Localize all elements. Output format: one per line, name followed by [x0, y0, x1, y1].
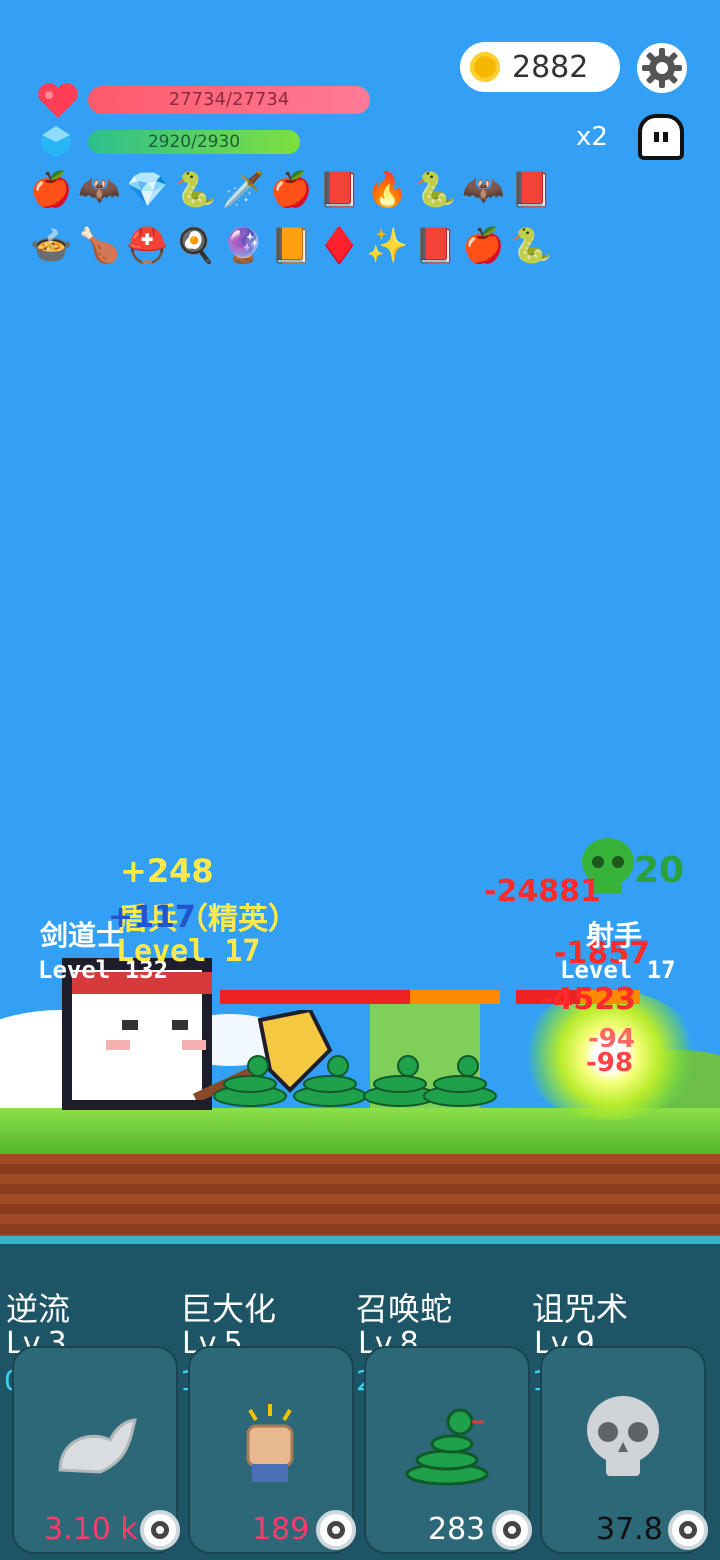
mana-text: 2920/2930: [147, 132, 241, 152]
mana-bar: 2920/2930: [88, 130, 300, 154]
snake-icon: [405, 1408, 489, 1486]
item-cauldron-icon: 🍲: [30, 226, 73, 266]
item-book-icon: 📙: [270, 226, 313, 266]
gear-icon[interactable]: [636, 42, 688, 94]
coin-icon: [470, 52, 500, 82]
summoned-snakes: [213, 1055, 497, 1107]
item-torch-icon: 🔥: [366, 170, 409, 210]
skill-card-snake[interactable]: 283: [364, 1346, 532, 1554]
item-skull-book-icon: 📕: [510, 170, 553, 210]
skill-value: 189: [252, 1512, 310, 1547]
item-egg-icon: 🍳: [174, 226, 217, 266]
skill-name: 巨大化: [180, 1290, 277, 1328]
hp-bar: 27734/27734: [88, 86, 370, 114]
heal-number: +248: [120, 852, 214, 890]
damage-number: -98: [586, 1048, 633, 1078]
damage-number: -24881: [484, 874, 601, 909]
coin-value: 2882: [512, 50, 589, 85]
skill-card-skull[interactable]: 37.8: [540, 1346, 708, 1554]
archer-name: 射手: [586, 919, 643, 952]
heart-icon: [38, 83, 78, 118]
item-snake-icon: 🐍: [510, 226, 553, 266]
archer-level: Level 17: [560, 956, 676, 984]
cooldown-icon: [492, 1510, 532, 1550]
poison-count: 20: [634, 850, 685, 891]
item-bat-icon: 🦇: [78, 170, 121, 210]
item-crystal-ball-icon: 🔮: [222, 226, 265, 266]
item-skull-book-icon: 📕: [318, 170, 361, 210]
speed-multiplier[interactable]: x2: [576, 122, 608, 152]
mana-gem-icon: [42, 126, 70, 158]
hp-text: 27734/27734: [168, 89, 290, 110]
item-apple-icon: 🍎: [270, 170, 313, 210]
item-apple-icon: 🍎: [30, 170, 73, 210]
skill-name: 诅咒术: [532, 1290, 629, 1328]
cooldown-icon: [140, 1510, 180, 1550]
item-ruby-icon: ♦️: [318, 226, 361, 266]
item-snake-icon: 🐍: [174, 170, 217, 210]
damage-number: -4523: [540, 982, 636, 1017]
water-strip: [0, 1236, 720, 1244]
item-sun-icon: ✨: [366, 226, 409, 266]
item-snake-icon: 🐍: [414, 170, 457, 210]
item-sword-icon: 🗡️: [222, 170, 265, 210]
skill-value: 283: [428, 1512, 486, 1547]
ground-dirt: [0, 1154, 720, 1240]
skill-name: 逆流: [6, 1290, 71, 1328]
inventory-row-2: 🍲 🍗 ⛑️ 🍳 🔮 📙 ♦️ ✨ 📕 🍎 🐍: [30, 224, 553, 268]
skill-value: 37.8: [596, 1512, 663, 1547]
shield-number: +117: [108, 900, 196, 935]
skull-icon: [587, 1396, 659, 1476]
item-meat-icon: 🍗: [78, 226, 121, 266]
cooldown-icon: [316, 1510, 356, 1550]
item-helmet-icon: ⛑️: [126, 226, 169, 266]
enemy-level-elite: Level 17: [116, 934, 261, 969]
coin-counter: 2882: [460, 42, 620, 92]
skill-card-wing[interactable]: 3.10 k: [12, 1346, 180, 1554]
fist-icon: [246, 1404, 294, 1482]
skill-card-fist[interactable]: 189: [188, 1346, 356, 1554]
cooldown-icon: [668, 1510, 708, 1550]
item-diamond-icon: 💎: [126, 170, 169, 210]
item-apple-icon: 🍎: [462, 226, 505, 266]
skill-value: 3.10 k: [44, 1512, 138, 1547]
item-skull-book-icon: 📕: [414, 226, 457, 266]
inventory-row-1: 🍎 🦇 💎 🐍 🗡️ 🍎 📕 🔥 🐍 🦇 📕: [30, 168, 553, 212]
skill-name: 召唤蛇: [356, 1290, 453, 1328]
wing-icon: [58, 1418, 137, 1474]
ghost-icon[interactable]: [638, 114, 684, 160]
item-bat-icon: 🦇: [462, 170, 505, 210]
